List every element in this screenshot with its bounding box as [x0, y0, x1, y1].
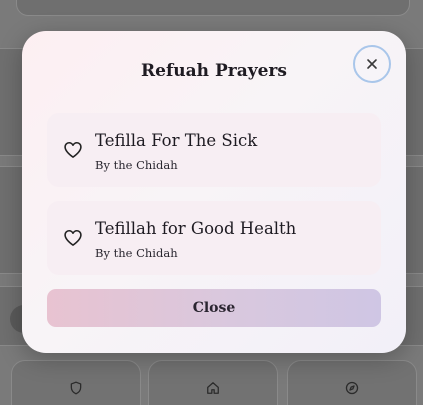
close-modal-button[interactable] — [353, 45, 391, 83]
prayer-item[interactable]: Tefilla For The Sick By the Chidah — [47, 113, 381, 187]
bottom-nav — [0, 356, 423, 405]
nav-compass-button[interactable] — [287, 360, 417, 405]
nav-shield-button[interactable] — [11, 360, 141, 405]
close-button[interactable]: Close — [47, 289, 381, 327]
nav-home-button[interactable] — [148, 360, 278, 405]
prayer-item[interactable]: Tefillah for Good Health By the Chidah — [47, 201, 381, 275]
prayer-author: By the Chidah — [95, 246, 178, 260]
home-icon — [207, 382, 219, 394]
close-icon — [367, 59, 377, 69]
heart-outline-icon[interactable] — [63, 140, 83, 160]
refuah-prayers-modal: Refuah Prayers Tefilla For The Sick By t… — [22, 31, 406, 353]
prayer-title: Tefilla For The Sick — [95, 131, 258, 150]
compass-icon — [345, 381, 359, 395]
background-card — [16, 0, 410, 16]
modal-title: Refuah Prayers — [141, 61, 287, 81]
prayer-author: By the Chidah — [95, 158, 178, 172]
shield-icon — [70, 381, 82, 395]
prayer-title: Tefillah for Good Health — [95, 219, 297, 238]
heart-outline-icon[interactable] — [63, 228, 83, 248]
